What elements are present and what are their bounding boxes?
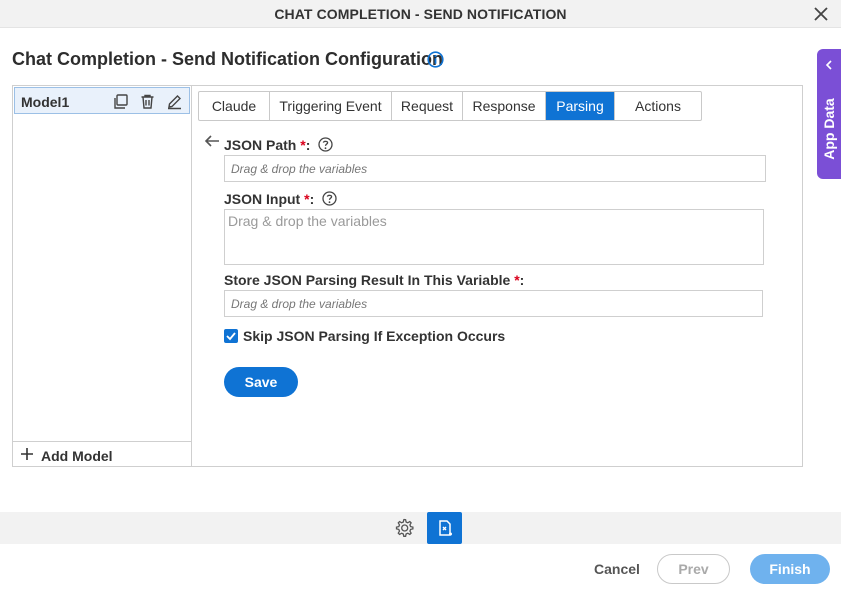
label-colon: :: [305, 137, 311, 153]
skip-exception-checkbox[interactable]: [224, 329, 238, 343]
json-path-label-text: JSON Path: [224, 137, 297, 153]
bottom-toolbar: [0, 512, 841, 544]
model-name: Model1: [21, 94, 70, 110]
document-icon: [439, 520, 452, 536]
help-icon[interactable]: [318, 137, 333, 152]
tab-triggering-event[interactable]: Triggering Event: [270, 92, 392, 120]
chevron-left-icon: [825, 60, 832, 70]
close-icon[interactable]: [811, 4, 831, 24]
store-result-label: Store JSON Parsing Result In This Variab…: [224, 272, 524, 288]
app-data-label: App Data: [821, 98, 837, 160]
prev-button[interactable]: Prev: [657, 554, 730, 584]
json-path-field[interactable]: Drag & drop the variables: [224, 155, 766, 182]
add-model-button[interactable]: Add Model: [13, 441, 191, 466]
finish-button[interactable]: Finish: [750, 554, 830, 584]
app-data-label-wrap: App Data: [817, 89, 841, 169]
save-button[interactable]: Save: [224, 367, 298, 397]
app-data-panel-toggle[interactable]: App Data: [817, 49, 841, 179]
configuration-panel: Model1 Add Model Claude Triggering Event…: [12, 85, 803, 467]
check-icon: [226, 332, 236, 341]
json-path-label: JSON Path *:: [224, 137, 333, 153]
document-view-button[interactable]: [427, 512, 462, 544]
label-colon: :: [309, 191, 315, 207]
json-input-label: JSON Input *:: [224, 191, 337, 207]
add-model-label: Add Model: [41, 448, 113, 464]
window-titlebar: CHAT COMPLETION - SEND NOTIFICATION: [0, 0, 841, 28]
plus-icon: [21, 448, 33, 460]
json-input-label-text: JSON Input: [224, 191, 301, 207]
tab-response[interactable]: Response: [463, 92, 546, 120]
tab-bar: Claude Triggering Event Request Response…: [198, 91, 702, 121]
tab-claude[interactable]: Claude: [199, 92, 270, 120]
tab-parsing[interactable]: Parsing: [546, 92, 615, 120]
trash-icon[interactable]: [139, 93, 156, 110]
info-icon[interactable]: [427, 51, 444, 68]
cancel-button[interactable]: Cancel: [594, 561, 640, 577]
tab-request[interactable]: Request: [392, 92, 463, 120]
model-list: Model1 Add Model: [13, 86, 192, 466]
gear-icon[interactable]: [393, 517, 415, 539]
store-result-label-text: Store JSON Parsing Result In This Variab…: [224, 272, 511, 288]
back-arrow-icon[interactable]: [204, 134, 220, 148]
model-list-item[interactable]: Model1: [14, 87, 190, 114]
skip-exception-label: Skip JSON Parsing If Exception Occurs: [243, 328, 506, 344]
json-input-field[interactable]: Drag & drop the variables: [224, 209, 764, 265]
label-colon: :: [519, 272, 525, 288]
store-result-field[interactable]: Drag & drop the variables: [224, 290, 763, 317]
window-title: CHAT COMPLETION - SEND NOTIFICATION: [274, 6, 567, 22]
page-title: Chat Completion - Send Notification Conf…: [12, 49, 443, 69]
edit-icon[interactable]: [166, 93, 183, 110]
tab-actions[interactable]: Actions: [615, 92, 701, 120]
copy-icon[interactable]: [112, 93, 129, 110]
help-icon[interactable]: [322, 191, 337, 206]
